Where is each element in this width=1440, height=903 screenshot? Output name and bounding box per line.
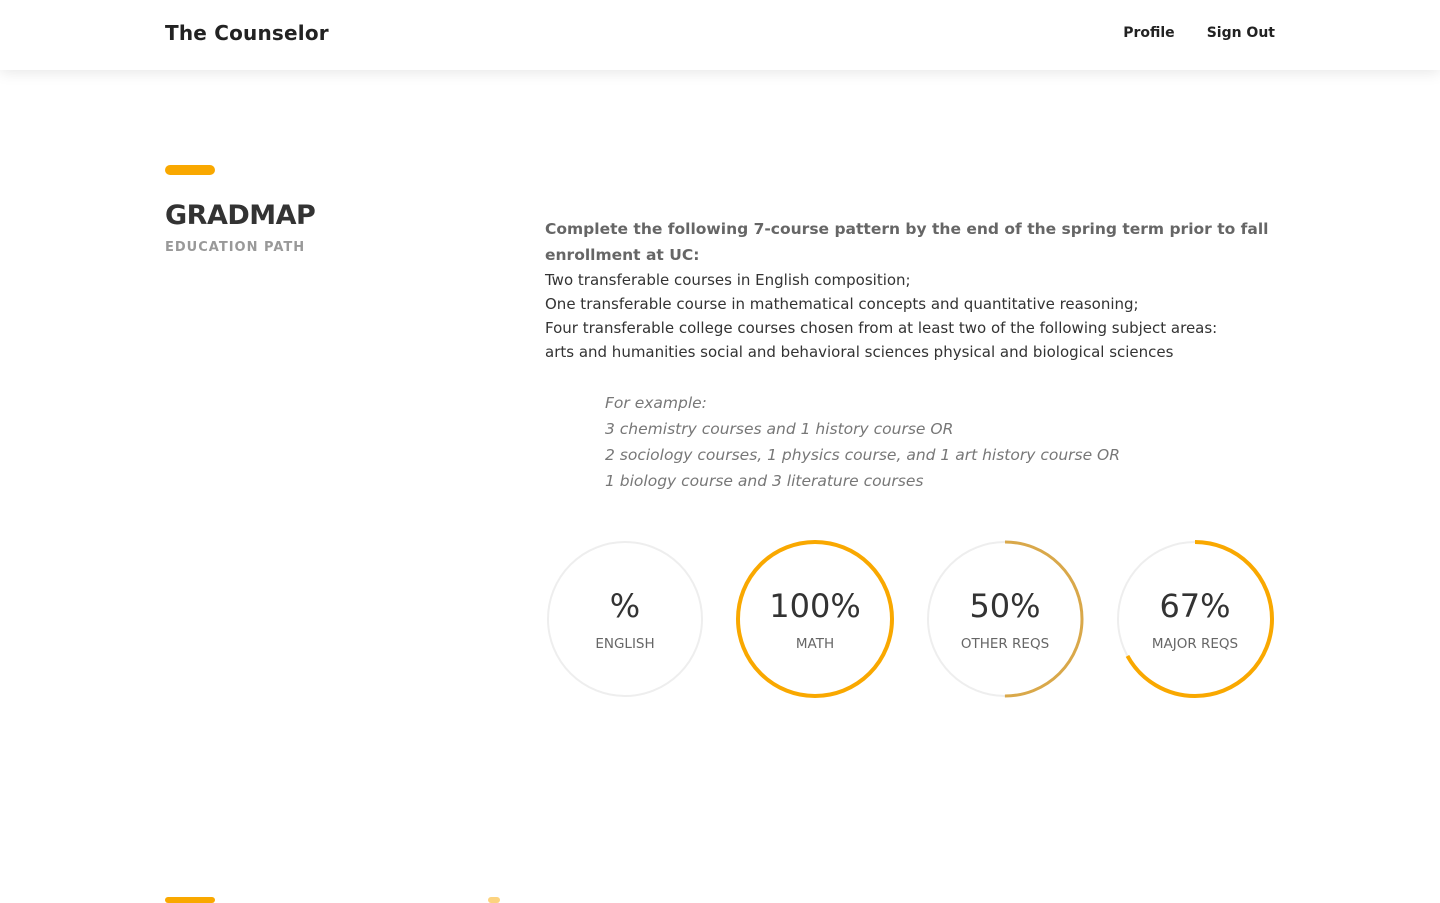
- progress-label: MATH: [795, 636, 835, 652]
- progress-value: 100%: [769, 587, 861, 625]
- progress-label: MAJOR REQS: [1151, 636, 1239, 652]
- section-subtitle: EDUCATION PATH: [165, 240, 306, 255]
- brand-logo-text[interactable]: The Counselor: [165, 21, 329, 45]
- section-accent-bar: [165, 165, 215, 175]
- progress-major-reqs: 67% MAJOR REQS: [1115, 539, 1275, 699]
- next-section-accent-dot: [488, 897, 500, 903]
- example-line: 1 biology course and 3 literature course…: [605, 472, 924, 490]
- requirement-line: Four transferable college courses chosen…: [545, 319, 1218, 337]
- example-line: For example:: [605, 394, 707, 412]
- example-line: 3 chemistry courses and 1 history course…: [605, 420, 954, 438]
- nav-links: Profile Sign Out: [1123, 25, 1275, 41]
- progress-row: % ENGLISH 100% MATH 50% OTHER REQS 67% M…: [545, 539, 1275, 699]
- progress-label: ENGLISH: [595, 636, 655, 652]
- top-navbar: The Counselor Profile Sign Out: [0, 0, 1440, 70]
- progress-label: OTHER REQS: [960, 636, 1050, 652]
- progress-math: 100% MATH: [735, 539, 895, 699]
- requirement-line: Two transferable courses in English comp…: [545, 271, 911, 289]
- progress-value: %: [609, 587, 641, 625]
- requirement-line: arts and humanities social and behaviora…: [545, 343, 1174, 361]
- section-title: GRADMAP: [165, 200, 316, 231]
- progress-value: 50%: [969, 587, 1041, 625]
- progress-english: % ENGLISH: [545, 539, 705, 699]
- profile-link[interactable]: Profile: [1123, 25, 1174, 41]
- sign-out-link[interactable]: Sign Out: [1207, 25, 1275, 41]
- next-section-accent-bar: [165, 897, 215, 903]
- intro-text: Complete the following 7-course pattern …: [545, 220, 1269, 264]
- requirements-content: Complete the following 7-course pattern …: [545, 216, 1275, 494]
- progress-value: 67%: [1159, 587, 1231, 625]
- example-line: 2 sociology courses, 1 physics course, a…: [605, 446, 1121, 464]
- examples-block: For example: 3 chemistry courses and 1 h…: [605, 390, 1275, 494]
- progress-other-reqs: 50% OTHER REQS: [925, 539, 1085, 699]
- requirement-line: One transferable course in mathematical …: [545, 295, 1139, 313]
